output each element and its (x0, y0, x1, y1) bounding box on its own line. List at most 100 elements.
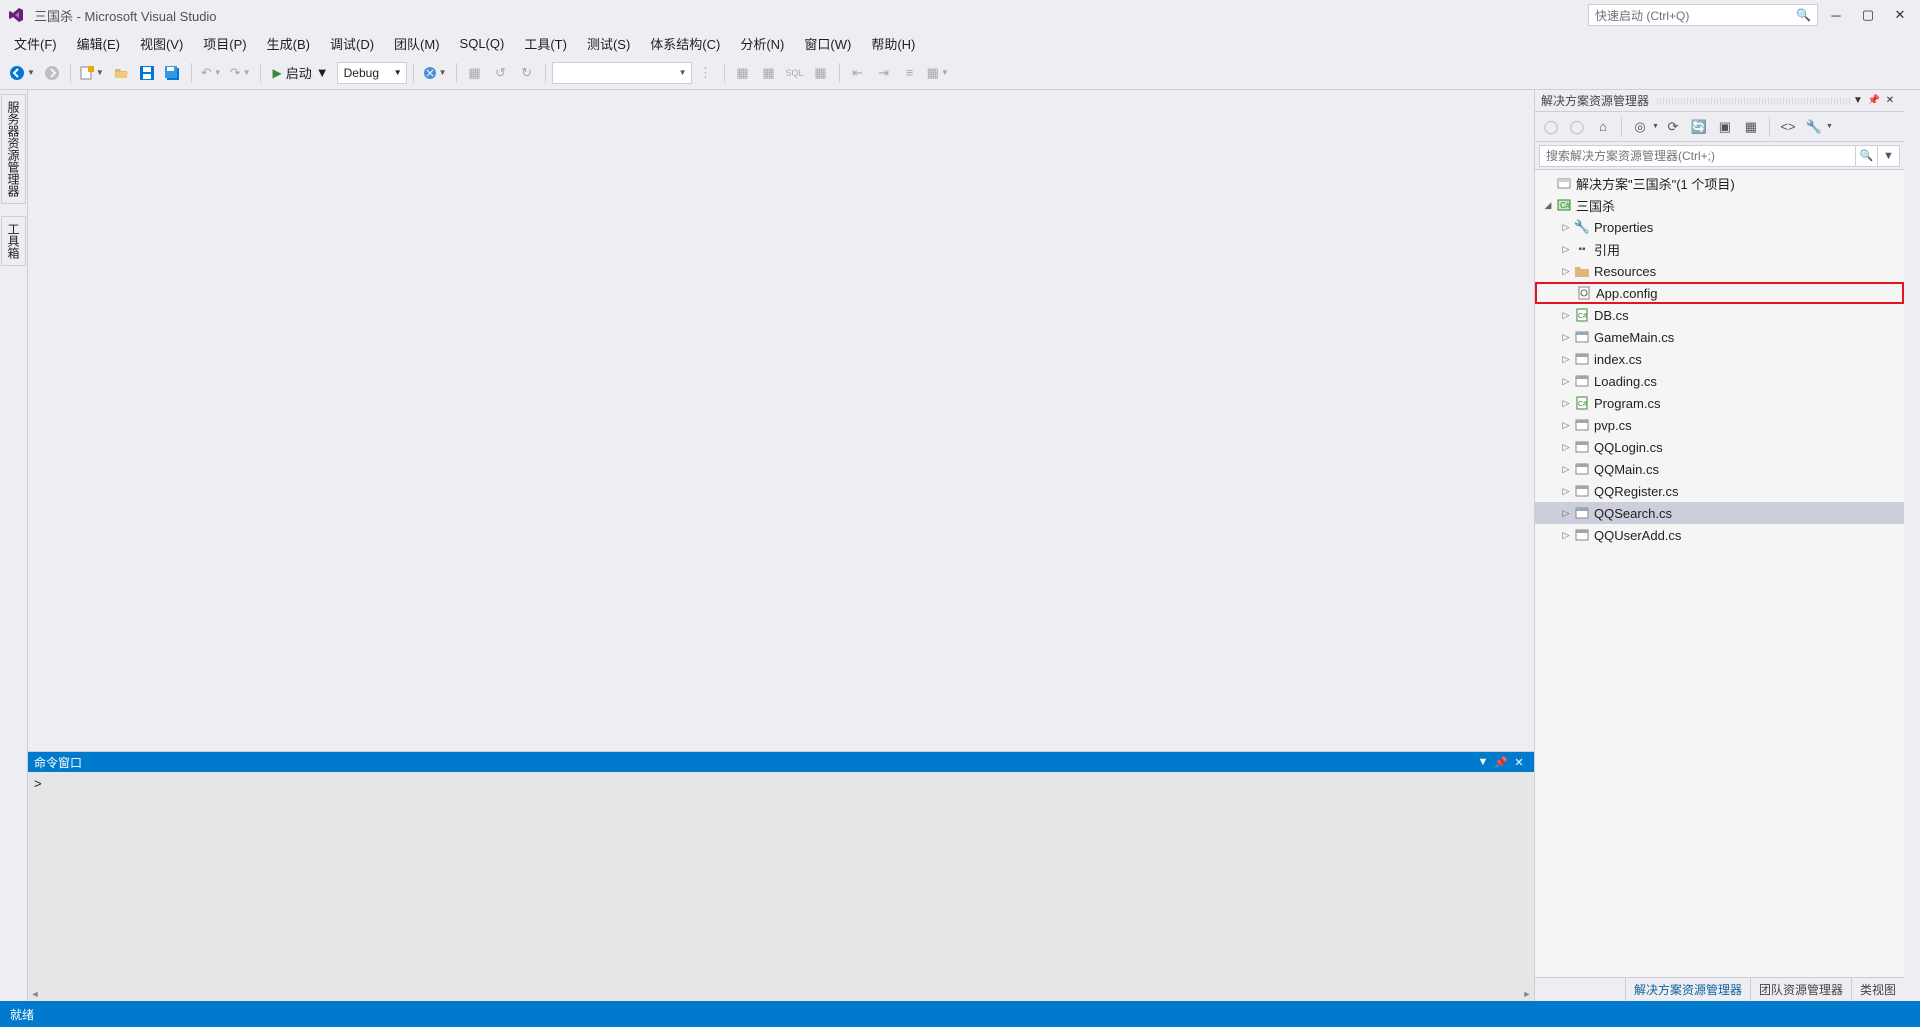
search-icon[interactable]: 🔍 (1856, 145, 1878, 167)
solution-explorer-title-bar[interactable]: 解决方案资源管理器 ▼ 📌 ✕ (1535, 90, 1904, 112)
undo-button[interactable]: ↶▼ (198, 61, 225, 85)
tb-icon-8[interactable]: ≡ (898, 61, 922, 85)
quick-launch-input[interactable]: 快速启动 (Ctrl+Q) 🔍 (1588, 4, 1818, 26)
se-sync-button[interactable]: 🔄 (1687, 115, 1711, 139)
expander-icon[interactable]: ▷ (1559, 376, 1573, 387)
menu-11[interactable]: 分析(N) (730, 31, 794, 56)
tb-icon-sql[interactable]: SQL (783, 61, 807, 85)
expander-icon[interactable]: ▷ (1559, 486, 1573, 497)
nav-forward-button[interactable] (40, 61, 64, 85)
new-item-button[interactable]: ▼ (77, 61, 107, 85)
tree-solution[interactable]: 解决方案"三国杀"(1 个项目) (1535, 172, 1904, 194)
menu-5[interactable]: 调试(D) (320, 31, 384, 56)
tb-icon-4[interactable]: ⋮ (694, 61, 718, 85)
nav-back-button[interactable]: ▼ (6, 61, 38, 85)
close-button[interactable]: ✕ (1886, 4, 1914, 26)
solution-search-input[interactable] (1539, 145, 1856, 167)
se-home-button[interactable]: ⌂ (1591, 115, 1615, 139)
right-edge-scrollbar[interactable] (1904, 90, 1920, 1001)
tree-node-4[interactable]: ▷C#DB.cs (1535, 304, 1904, 326)
open-file-button[interactable] (109, 61, 133, 85)
tb-icon-6[interactable]: ⇤ (846, 61, 870, 85)
expander-icon[interactable]: ▷ (1559, 310, 1573, 321)
tree-node-9[interactable]: ▷pvp.cs (1535, 414, 1904, 436)
expander-icon[interactable]: ▷ (1559, 508, 1573, 519)
tb-icon-7[interactable]: ⇥ (872, 61, 896, 85)
tree-node-8[interactable]: ▷C#Program.cs (1535, 392, 1904, 414)
menu-8[interactable]: 工具(T) (514, 31, 577, 56)
tree-node-11[interactable]: ▷QQMain.cs (1535, 458, 1904, 480)
maximize-button[interactable]: ▢ (1854, 4, 1882, 26)
empty-dropdown[interactable]: ▼ (552, 62, 692, 84)
menu-10[interactable]: 体系结构(C) (640, 31, 730, 56)
tree-node-5[interactable]: ▷GameMain.cs (1535, 326, 1904, 348)
tb-icon-img[interactable]: ▦ (731, 61, 755, 85)
se-bottom-tab-0[interactable]: 解决方案资源管理器 (1625, 978, 1750, 1001)
tb-icon-2[interactable]: ↺ (489, 61, 513, 85)
tree-node-14[interactable]: ▷QQUserAdd.cs (1535, 524, 1904, 546)
menu-9[interactable]: 测试(S) (577, 31, 640, 56)
tree-node-7[interactable]: ▷Loading.cs (1535, 370, 1904, 392)
panel-menu-icon[interactable]: ▼ (1850, 95, 1866, 106)
se-scope-button[interactable]: ◎ (1628, 115, 1652, 139)
tree-project[interactable]: ◢C#三国杀 (1535, 194, 1904, 216)
tb-icon-grid[interactable]: ▦ (757, 61, 781, 85)
expander-icon[interactable]: ▷ (1559, 266, 1573, 277)
menu-13[interactable]: 帮助(H) (861, 31, 925, 56)
menu-3[interactable]: 项目(P) (193, 31, 256, 56)
command-scrollbar[interactable]: ◄► (28, 987, 1534, 1001)
expander-icon[interactable]: ▷ (1559, 420, 1573, 431)
tree-node-3[interactable]: App.config (1535, 282, 1904, 304)
menu-7[interactable]: SQL(Q) (450, 33, 515, 54)
command-window-body[interactable]: > (28, 772, 1534, 987)
panel-menu-icon[interactable]: ▼ (1474, 756, 1492, 768)
redo-button[interactable]: ↷▼ (227, 61, 254, 85)
tree-node-6[interactable]: ▷index.cs (1535, 348, 1904, 370)
close-icon[interactable]: ✕ (1882, 95, 1898, 106)
tb-icon-5[interactable]: ▦ (809, 61, 833, 85)
expander-icon[interactable]: ▷ (1559, 354, 1573, 365)
expander-icon[interactable]: ▷ (1559, 442, 1573, 453)
start-debug-button[interactable]: ▶ 启动 ▼ (267, 61, 335, 85)
pin-icon[interactable]: 📌 (1492, 756, 1510, 769)
menu-2[interactable]: 视图(V) (130, 31, 193, 56)
tree-node-0[interactable]: ▷🔧Properties (1535, 216, 1904, 238)
se-show-all-button[interactable]: ▦ (1739, 115, 1763, 139)
config-select[interactable]: Debug ▼ (337, 62, 407, 84)
expander-icon[interactable]: ▷ (1559, 244, 1573, 255)
expander-icon[interactable]: ▷ (1559, 222, 1573, 233)
se-bottom-tab-1[interactable]: 团队资源管理器 (1750, 978, 1851, 1001)
tree-node-10[interactable]: ▷QQLogin.cs (1535, 436, 1904, 458)
menu-4[interactable]: 生成(B) (257, 31, 320, 56)
se-properties-button[interactable]: 🔧 (1802, 115, 1826, 139)
se-bottom-tab-2[interactable]: 类视图 (1851, 978, 1904, 1001)
expander-icon[interactable]: ▷ (1559, 332, 1573, 343)
browser-link-button[interactable]: ▼ (420, 61, 450, 85)
tree-node-1[interactable]: ▷▪▪引用 (1535, 238, 1904, 260)
menu-0[interactable]: 文件(F) (4, 31, 67, 56)
tree-node-12[interactable]: ▷QQRegister.cs (1535, 480, 1904, 502)
save-all-button[interactable] (161, 61, 185, 85)
save-button[interactable] (135, 61, 159, 85)
pin-icon[interactable]: 📌 (1866, 95, 1882, 106)
minimize-button[interactable]: ─ (1822, 4, 1850, 26)
se-collapse-button[interactable]: ▣ (1713, 115, 1737, 139)
left-tab-0[interactable]: 服务器资源管理器 (1, 94, 26, 204)
expander-icon[interactable]: ▷ (1559, 464, 1573, 475)
se-refresh-button[interactable]: ⟳ (1661, 115, 1685, 139)
se-back-button[interactable]: ◯ (1539, 115, 1563, 139)
tb-icon-9[interactable]: ▦▼ (924, 61, 952, 85)
menu-1[interactable]: 编辑(E) (67, 31, 130, 56)
tb-icon-3[interactable]: ↻ (515, 61, 539, 85)
search-options-icon[interactable]: ▼ (1878, 145, 1900, 167)
tree-node-13[interactable]: ▷QQSearch.cs (1535, 502, 1904, 524)
se-forward-button[interactable]: ◯ (1565, 115, 1589, 139)
left-tab-1[interactable]: 工具箱 (1, 216, 26, 266)
menu-6[interactable]: 团队(M) (384, 31, 450, 56)
tb-icon-1[interactable]: ▦ (463, 61, 487, 85)
expander-icon[interactable]: ◢ (1541, 200, 1555, 211)
tree-node-2[interactable]: ▷Resources (1535, 260, 1904, 282)
se-view-code-button[interactable]: <> (1776, 115, 1800, 139)
expander-icon[interactable]: ▷ (1559, 530, 1573, 541)
expander-icon[interactable]: ▷ (1559, 398, 1573, 409)
